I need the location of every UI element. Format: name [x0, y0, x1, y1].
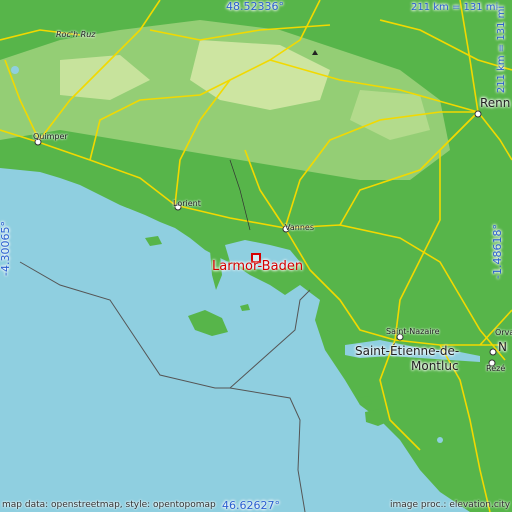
credit-right: image proc.: elevation.city: [390, 500, 511, 510]
coord-bottom: 46.62627°: [222, 499, 280, 512]
scale-vertical: 211 km = 131 mi: [496, 5, 508, 94]
scale-horizontal: 211 km = 131 mi: [411, 2, 499, 13]
city-label-saint-etienne-line2: Montluc: [411, 359, 459, 373]
city-label-reze: Rezé: [486, 364, 506, 373]
city-label-lorient: Lorient: [173, 199, 201, 208]
city-label-nantes: N: [498, 340, 507, 354]
city-label-saint-nazaire: Saint-Nazaire: [386, 327, 440, 336]
city-label-saint-etienne-line1: Saint-Étienne-de-: [355, 344, 460, 358]
coord-top: 48.52336°: [226, 0, 284, 13]
coord-right: -1.48618°: [490, 224, 504, 279]
city-label-vannes: Vannes: [285, 223, 314, 232]
place-label: Larmor-Baden: [212, 259, 304, 274]
map-view[interactable]: Larmor-Baden Roc'h Ruz Quimper Lorient V…: [0, 0, 512, 512]
city-label-rennes: Renn: [480, 96, 511, 110]
city-label-orvault: Orva: [495, 328, 512, 337]
city-label-roch-ruz: Roc'h Ruz: [56, 30, 96, 39]
coord-left: -4.30065°: [0, 221, 12, 276]
credit-left: map data: openstreetmap, style: opentopo…: [2, 500, 216, 510]
city-label-quimper: Quimper: [33, 132, 68, 141]
